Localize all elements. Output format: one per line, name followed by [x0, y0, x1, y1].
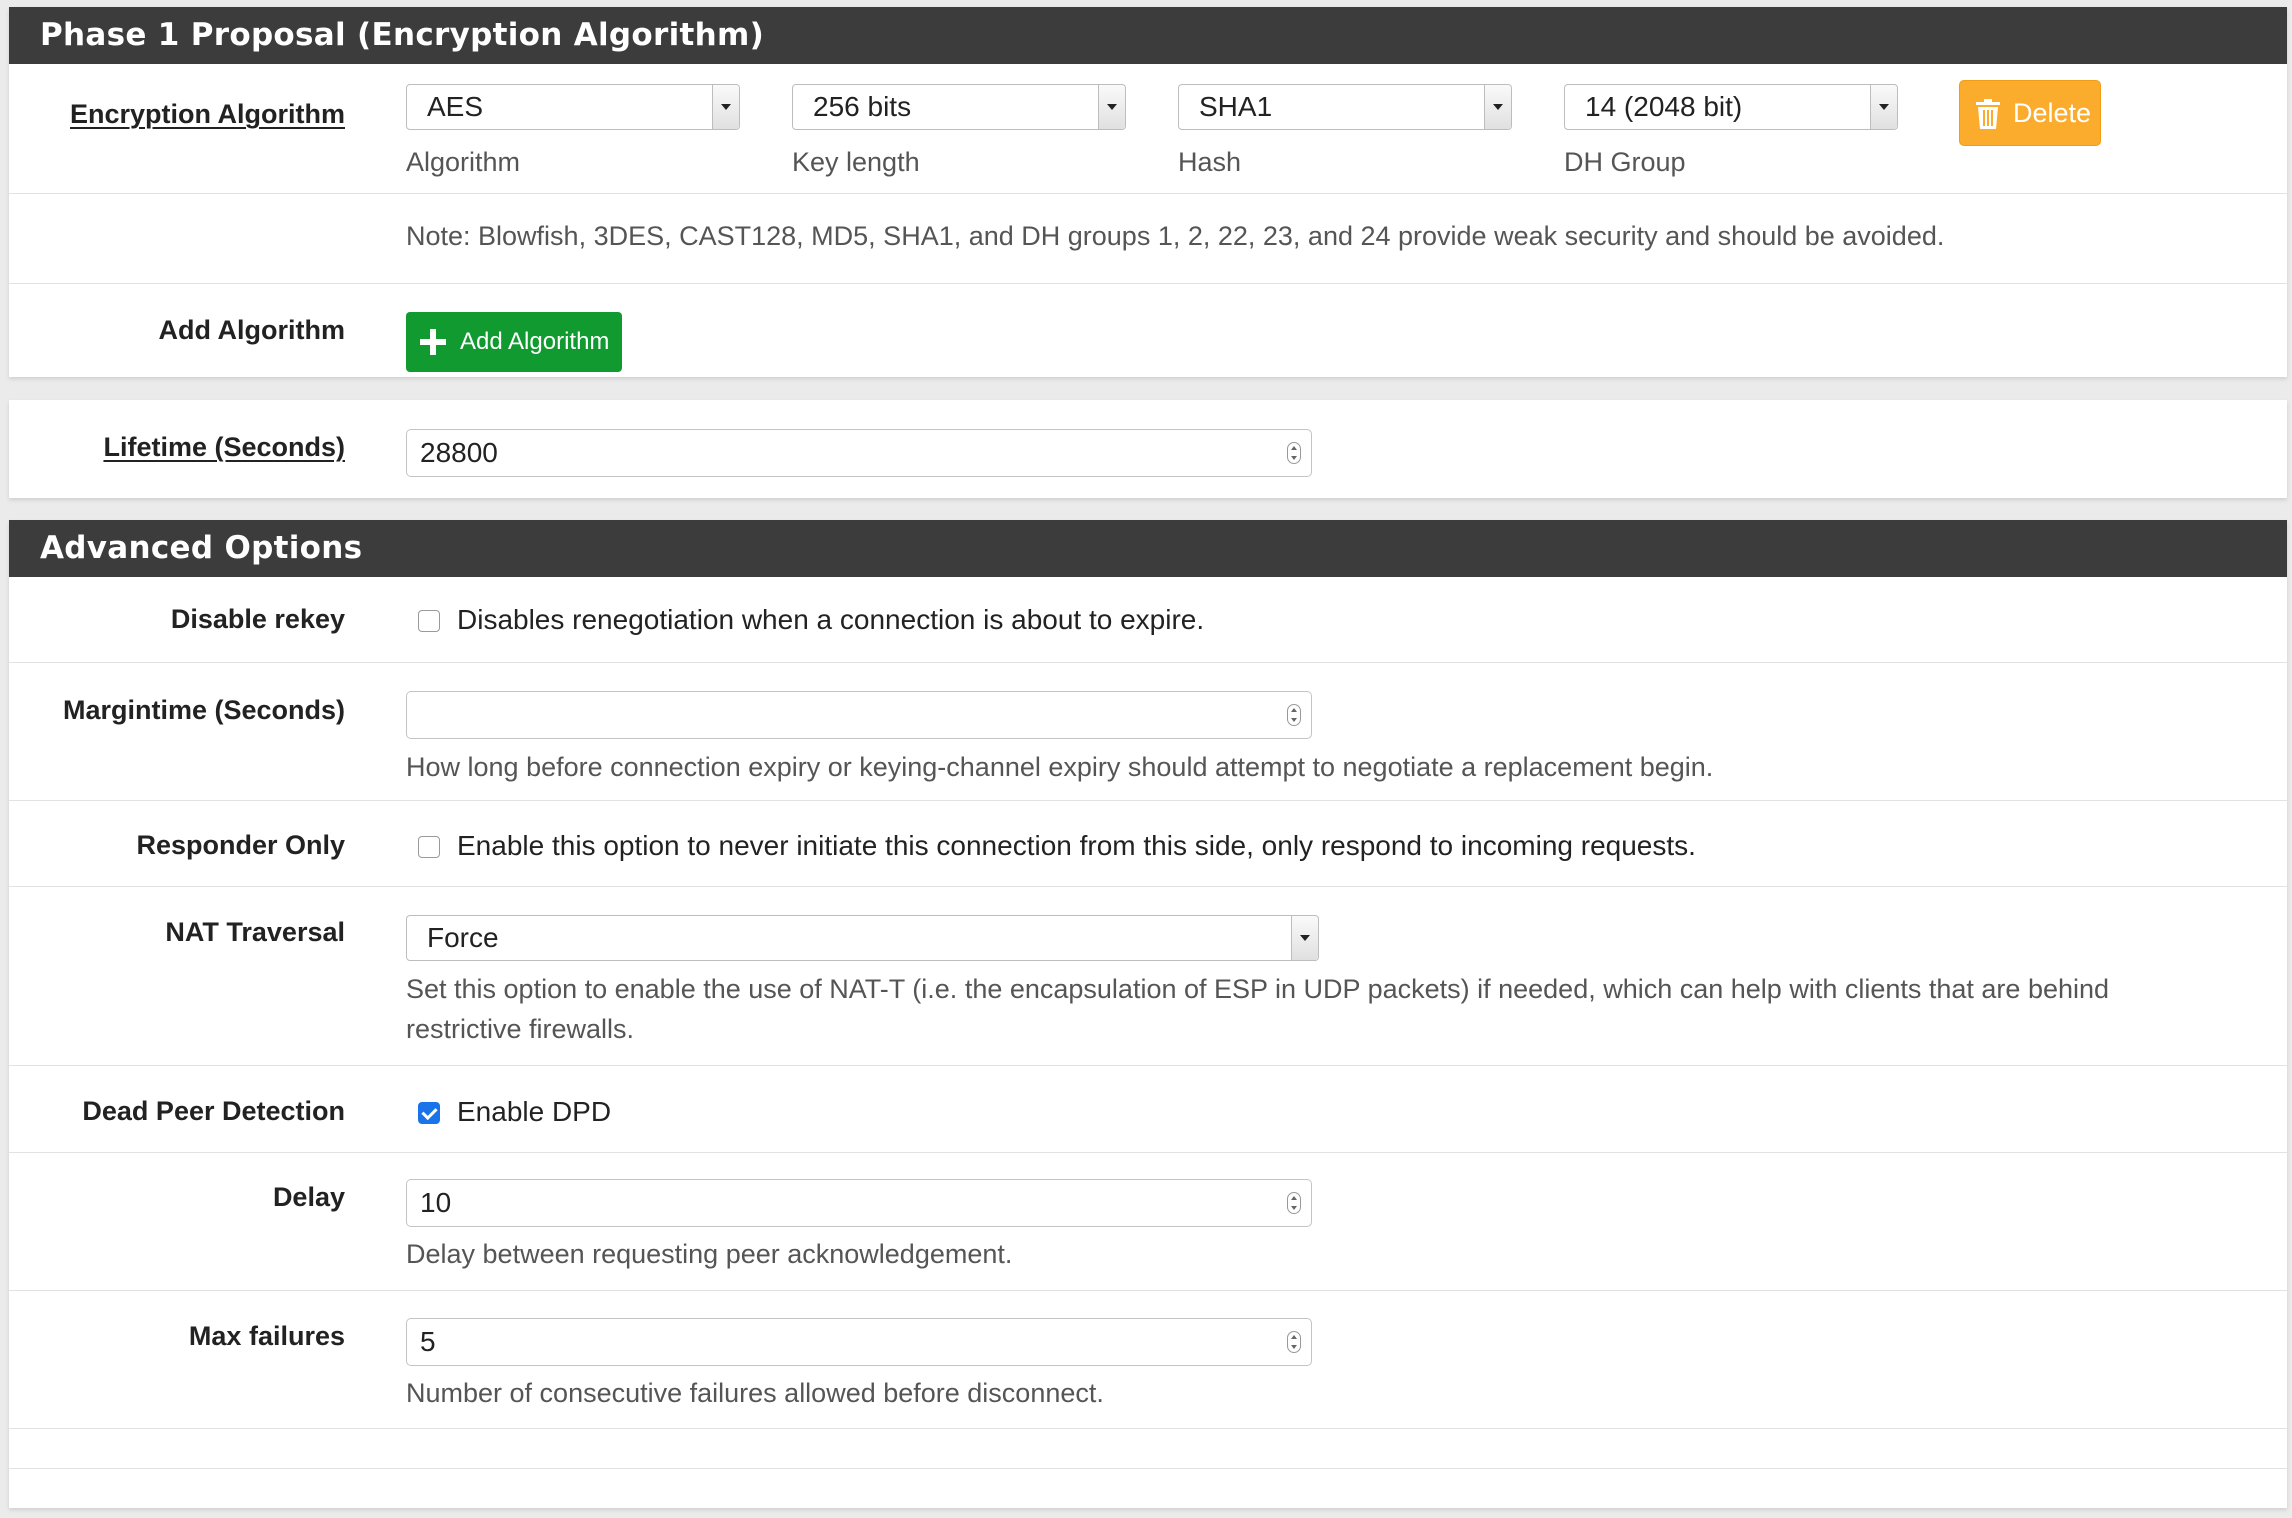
note-row: Note: Blowfish, 3DES, CAST128, MD5, SHA1…: [9, 194, 2287, 284]
dh-group-select[interactable]: 14 (2048 bit): [1564, 84, 1898, 130]
hash-select-value: SHA1: [1199, 91, 1273, 122]
encryption-algorithm-label[interactable]: Encryption Algorithm: [25, 99, 345, 130]
plus-icon: [420, 329, 446, 355]
empty-row: [9, 1429, 2287, 1469]
spinner-icon[interactable]: [1287, 704, 1301, 726]
hash-select[interactable]: SHA1: [1178, 84, 1512, 130]
nat-traversal-label: NAT Traversal: [165, 917, 345, 947]
encryption-algorithm-row: Encryption Algorithm AES Algorithm 256 b…: [9, 64, 2287, 194]
key-length-caption: Key length: [792, 147, 920, 177]
advanced-heading: Advanced Options: [9, 520, 2287, 577]
algorithm-select-value: AES: [427, 91, 484, 122]
dpd-row: Dead Peer Detection Enable DPD: [9, 1066, 2287, 1153]
responder-only-row: Responder Only Enable this option to nev…: [9, 801, 2287, 887]
add-algorithm-button-label: Add Algorithm: [460, 328, 610, 355]
add-algorithm-row: Add Algorithm Add Algorithm: [9, 284, 2287, 376]
disable-rekey-label: Disable rekey: [170, 604, 345, 634]
chevron-down-icon: [1870, 85, 1897, 129]
dpd-text: Enable DPD: [457, 1096, 612, 1127]
lifetime-input-value: 28800: [420, 437, 498, 468]
nat-traversal-select-value: Force: [427, 922, 499, 953]
spinner-icon[interactable]: [1287, 1331, 1301, 1353]
nat-traversal-row: NAT Traversal Force Set this option to e…: [9, 887, 2287, 1066]
disable-rekey-text: Disables renegotiation when a connection…: [457, 604, 1205, 635]
delay-help: Delay between requesting peer acknowledg…: [406, 1239, 1013, 1269]
lifetime-label[interactable]: Lifetime (Seconds): [25, 432, 345, 463]
dh-group-select-value: 14 (2048 bit): [1585, 91, 1743, 122]
responder-only-label: Responder Only: [136, 830, 345, 860]
max-failures-input-value: 5: [420, 1326, 436, 1357]
lifetime-panel: Lifetime (Seconds) 28800: [9, 400, 2287, 498]
lifetime-row: Lifetime (Seconds) 28800: [9, 400, 2287, 498]
key-length-select[interactable]: 256 bits: [792, 84, 1126, 130]
dpd-label: Dead Peer Detection: [82, 1096, 345, 1126]
chevron-down-icon: [1484, 85, 1511, 129]
nat-traversal-select[interactable]: Force: [406, 915, 1319, 961]
dh-group-caption: DH Group: [1564, 147, 1686, 177]
phase1-panel: Phase 1 Proposal (Encryption Algorithm) …: [9, 7, 2287, 377]
delete-button[interactable]: Delete: [1959, 80, 2101, 146]
delay-input-value: 10: [420, 1187, 452, 1218]
spinner-icon[interactable]: [1287, 1192, 1301, 1214]
max-failures-row: Max failures 5 Number of consecutive fai…: [9, 1291, 2287, 1429]
hash-caption: Hash: [1178, 147, 1242, 177]
key-length-select-value: 256 bits: [813, 91, 912, 122]
margintime-label: Margintime (Seconds): [62, 695, 345, 725]
add-algorithm-button[interactable]: Add Algorithm: [406, 312, 622, 372]
delay-label: Delay: [272, 1182, 345, 1212]
phase1-heading: Phase 1 Proposal (Encryption Algorithm): [9, 7, 2287, 64]
margintime-row: Margintime (Seconds) How long before con…: [9, 663, 2287, 801]
margintime-input[interactable]: [406, 691, 1312, 739]
delete-button-label: Delete: [2013, 98, 2092, 128]
weak-security-note: Note: Blowfish, 3DES, CAST128, MD5, SHA1…: [406, 221, 1945, 251]
spinner-icon[interactable]: [1287, 442, 1301, 464]
disable-rekey-row: Disable rekey Disables renegotiation whe…: [9, 577, 2287, 663]
responder-only-text: Enable this option to never initiate thi…: [457, 830, 1696, 861]
chevron-down-icon: [712, 85, 739, 129]
responder-only-checkbox[interactable]: [418, 836, 440, 858]
lifetime-input[interactable]: 28800: [406, 429, 1312, 477]
trash-icon: [1976, 99, 2000, 129]
nat-traversal-help: Set this option to enable the use of NAT…: [406, 974, 2110, 1044]
delay-input[interactable]: 10: [406, 1179, 1312, 1227]
disable-rekey-checkbox[interactable]: [418, 610, 440, 632]
chevron-down-icon: [1291, 916, 1318, 960]
max-failures-help: Number of consecutive failures allowed b…: [406, 1378, 1104, 1408]
algorithm-select[interactable]: AES: [406, 84, 740, 130]
delay-row: Delay 10 Delay between requesting peer a…: [9, 1153, 2287, 1291]
advanced-panel: Advanced Options Disable rekey Disables …: [9, 520, 2287, 1508]
dpd-checkbox[interactable]: [418, 1102, 440, 1124]
chevron-down-icon: [1098, 85, 1125, 129]
add-algorithm-label: Add Algorithm: [158, 315, 345, 345]
max-failures-input[interactable]: 5: [406, 1318, 1312, 1366]
algorithm-caption: Algorithm: [406, 147, 521, 177]
max-failures-label: Max failures: [188, 1321, 345, 1351]
margintime-help: How long before connection expiry or key…: [406, 752, 1714, 782]
